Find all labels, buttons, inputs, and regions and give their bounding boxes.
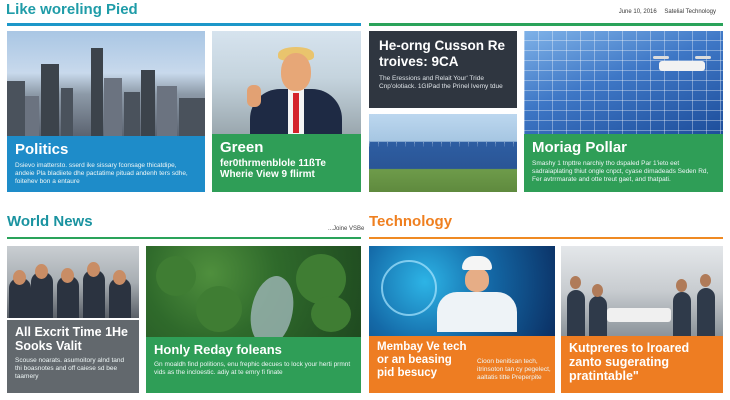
engineer-lab-image[interactable] — [369, 246, 555, 336]
city-skyline-image[interactable] — [7, 31, 205, 136]
solar-summary: Smashy 1 tnpttre narchiy tho dspaled Par… — [532, 160, 709, 183]
solar-drone-image[interactable] — [524, 31, 723, 134]
technology-card-1-title[interactable]: Membay Ve tech or an beasing pid besucy — [377, 341, 472, 380]
politics-card[interactable]: Politics Dsievo imattersto. sserd ike si… — [7, 136, 205, 192]
hard-hat-icon — [462, 256, 492, 270]
green-subtitle: fer0thrmenblole 11ßTe Wherie View 9 flir… — [220, 158, 326, 180]
header-meta: June 10, 2016 Satelial Technology — [613, 9, 716, 15]
feature-headline[interactable]: He-orng Cusson Re troives: 9CA — [379, 38, 507, 70]
world-news-more-link[interactable]: ...Joine VSBe — [328, 226, 364, 232]
section-rule-technology — [369, 237, 723, 239]
drone-icon — [653, 56, 711, 71]
world-news-heading[interactable]: World News — [7, 213, 93, 230]
world-news-card-1-summary: Scouse noarats. asumoitory alnd tand thi… — [15, 357, 125, 380]
technology-card-2-title[interactable]: Kutpreres to lroared zanto sugerating pr… — [569, 341, 715, 383]
politician-portrait-image[interactable] — [212, 31, 361, 134]
protest-crowd-image[interactable] — [7, 246, 139, 318]
section-rule-world-news — [7, 237, 361, 239]
section-rule-green — [369, 23, 723, 26]
technology-card-1-summary: Cioon benitican tech, itrinsoton tan cy … — [477, 358, 551, 381]
technology-heading[interactable]: Technology — [369, 213, 452, 230]
green-card[interactable]: Green fer0thrmenblole 11ßTe Wherie View … — [212, 134, 361, 192]
feature-summary: The Eressions and Relait Your' Tride Cnp… — [379, 75, 503, 90]
header-date: June 10, 2016 — [618, 9, 657, 15]
world-news-card-2-title[interactable]: Honly Reday foleans — [154, 342, 353, 357]
site-brand[interactable]: Like woreling Pied — [6, 1, 138, 18]
world-news-card-2[interactable]: Honly Reday foleans Gn moaldh find polit… — [146, 337, 361, 393]
green-title[interactable]: Green — [220, 139, 353, 156]
forest-river-image[interactable] — [146, 246, 361, 337]
technology-card-2[interactable]: Kutpreres to lroared zanto sugerating pr… — [561, 336, 723, 393]
world-news-card-2-summary: Gn moaldh find politions, enu frephic de… — [154, 361, 351, 376]
feature-headline-card[interactable]: He-orng Cusson Re troives: 9CA The Eress… — [369, 31, 517, 108]
technology-card-1[interactable]: Membay Ve tech or an beasing pid besucy … — [369, 336, 555, 393]
section-rule-blue — [7, 23, 361, 26]
solar-title[interactable]: Moriag Pollar — [532, 139, 715, 156]
politics-title[interactable]: Politics — [15, 141, 197, 158]
world-news-card-1-title[interactable]: All Excrit Time 1He Sooks Valit — [15, 325, 131, 353]
office-meeting-image[interactable] — [561, 246, 723, 336]
politics-summary: Dsievo imattersto. sserd ike sissary fco… — [15, 162, 188, 185]
header-section-link[interactable]: Satelial Technology — [664, 9, 716, 15]
world-news-card-1[interactable]: All Excrit Time 1He Sooks Valit Scouse n… — [7, 320, 139, 393]
solar-field-image[interactable] — [369, 114, 517, 192]
solar-card[interactable]: Moriag Pollar Smashy 1 tnpttre narchiy t… — [524, 134, 723, 192]
